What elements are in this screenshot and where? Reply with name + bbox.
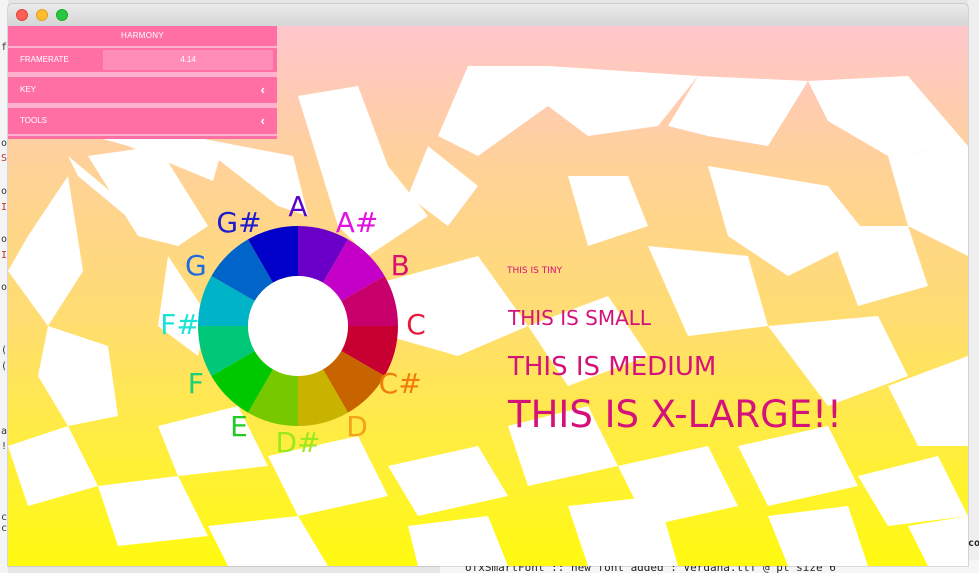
gutter-char: a [1, 426, 8, 437]
wheel-note-label: C [406, 308, 426, 341]
wheel-note-label: A [288, 190, 307, 223]
wheel-note-label: G [185, 249, 207, 282]
gutter-char: o [1, 282, 8, 293]
gutter-char: I [1, 250, 8, 261]
sample-medium-text: THIS IS MEDIUM [508, 352, 717, 382]
gutter-char: I [1, 202, 8, 213]
tools-folder-label: TOOLS [20, 116, 47, 125]
close-window-button[interactable] [16, 9, 28, 21]
gui-panel-footer [8, 134, 277, 139]
gutter-char: ! [1, 441, 8, 452]
gutter-char: ( [1, 345, 8, 356]
key-folder-label: KEY [20, 85, 37, 94]
gutter-char: f [1, 42, 8, 53]
wheel-note-label: F [188, 367, 204, 400]
maximize-window-button[interactable] [56, 9, 68, 21]
chevron-left-icon: ‹ [260, 82, 265, 97]
gutter-char: o [1, 186, 8, 197]
minimize-window-button[interactable] [36, 9, 48, 21]
app-window: A A# B C C# D D# E F F# G G# THIS IS TINY THIS IS S… [8, 4, 968, 566]
tools-folder[interactable]: TOOLS ‹ [8, 106, 277, 134]
gui-panel-title: HARMONY [121, 31, 164, 40]
ide-right-fragment: co [968, 538, 979, 549]
sample-tiny-text: THIS IS TINY [507, 266, 563, 276]
wheel-note-label: C# [379, 367, 422, 400]
wheel-note-label: F# [160, 308, 200, 341]
framerate-row: FRAMERATE 4.14 [8, 46, 277, 72]
wheel-note-label: G# [216, 206, 261, 239]
framerate-value: 4.14 [103, 50, 273, 70]
chevron-left-icon: ‹ [260, 113, 265, 128]
gui-panel: HARMONY FRAMERATE 4.14 KEY ‹ TOOLS ‹ [8, 26, 277, 139]
sample-small-text: THIS IS SMALL [508, 306, 652, 330]
gutter-char: c [1, 523, 8, 534]
framerate-label: FRAMERATE [20, 55, 69, 64]
gutter-char: S [1, 153, 8, 164]
gutter-char: c [1, 512, 8, 523]
wheel-note-label: D# [275, 426, 320, 459]
render-canvas: A A# B C C# D D# E F F# G G# THIS IS TINY THIS IS S… [8, 26, 968, 566]
wheel-note-label: E [230, 410, 248, 443]
title-bar[interactable] [8, 4, 968, 27]
ide-editor-gutter: f o S o I o I o ( ( a ! c c [0, 0, 8, 573]
wheel-note-label: A# [336, 206, 379, 239]
wheel-note-label: D [346, 410, 368, 443]
wheel-note-label: B [391, 249, 410, 282]
gutter-char: o [1, 138, 8, 149]
wheel-center [248, 276, 348, 376]
ide-right-panel: co [968, 0, 979, 573]
gutter-char: ( [1, 361, 8, 372]
key-folder[interactable]: KEY ‹ [8, 75, 277, 103]
sample-xlarge-text: THIS IS X-LARGE!! [508, 393, 842, 436]
gutter-char: o [1, 234, 8, 245]
